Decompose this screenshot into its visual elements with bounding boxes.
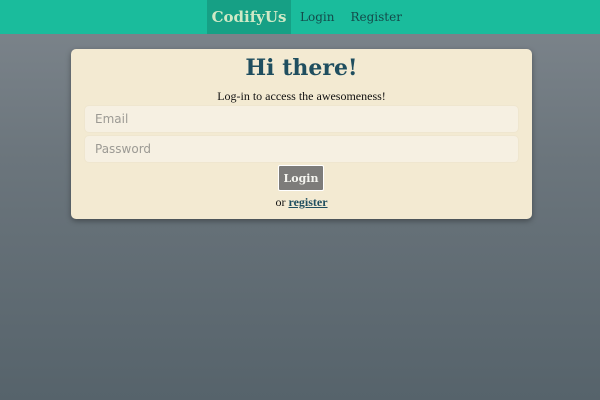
login-button[interactable]: Login: [278, 165, 324, 191]
page-title: Hi there!: [245, 55, 358, 81]
brand-logo-link[interactable]: CodifyUs: [207, 0, 291, 34]
navbar-spacer: [0, 0, 207, 34]
register-prefix-text: or: [275, 195, 286, 209]
register-link[interactable]: register: [288, 195, 327, 209]
login-subtitle: Log-in to access the awesomeness!: [217, 89, 386, 103]
nav-link-login[interactable]: Login: [291, 0, 342, 34]
login-card: Hi there! Log-in to access the awesomene…: [71, 49, 532, 219]
nav-link-register[interactable]: Register: [342, 0, 409, 34]
password-field[interactable]: [84, 135, 519, 163]
email-field[interactable]: [84, 105, 519, 133]
register-prompt: or register: [71, 195, 532, 210]
top-navbar: CodifyUs Login Register: [0, 0, 600, 34]
